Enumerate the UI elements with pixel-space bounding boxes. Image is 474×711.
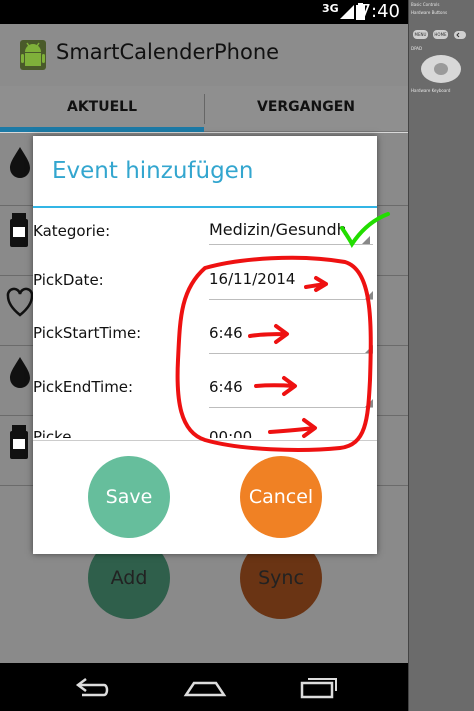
app-title: SmartCalenderPhone	[56, 40, 280, 64]
medicine-bottle-icon[interactable]	[6, 213, 34, 247]
clipped-row: Picke 00:00	[33, 428, 377, 438]
phone-screen: 3G 7:40 SmartCalenderPhone AKTUELL VERGA…	[0, 0, 408, 711]
dialog-title-divider	[33, 206, 377, 208]
spinner-arrow-icon	[362, 236, 370, 244]
emulator-dpad-center[interactable]	[434, 63, 448, 75]
back-icon[interactable]	[70, 671, 110, 701]
home-icon[interactable]	[182, 671, 228, 701]
android-app-icon	[20, 40, 46, 70]
emulator-label: DPAD	[411, 46, 423, 51]
medicine-bottle-icon[interactable]	[6, 425, 34, 459]
spinner-arrow-icon	[365, 345, 373, 353]
spinner-arrow-icon	[365, 399, 373, 407]
recent-apps-icon[interactable]	[298, 671, 340, 701]
emulator-label: Hardware Buttons	[411, 10, 448, 15]
field-underline	[209, 407, 373, 408]
navigation-bar	[0, 663, 408, 711]
pickstarttime-field[interactable]: 6:46	[209, 324, 243, 342]
field-underline	[209, 353, 373, 354]
network-indicator: 3G	[322, 2, 339, 15]
field-underline	[209, 299, 373, 300]
add-event-dialog: Event hinzufügen Kategorie: Medizin/Gesu…	[33, 136, 377, 554]
kategorie-spinner[interactable]: Medizin/Gesundheit	[209, 220, 345, 239]
signal-icon	[340, 5, 354, 19]
status-bar: 3G 7:40	[0, 0, 408, 24]
save-button[interactable]: Save	[88, 456, 170, 538]
pickstarttime-label: PickStartTime:	[33, 324, 142, 342]
emulator-home-key[interactable]: HOME	[433, 30, 448, 39]
cancel-button[interactable]: Cancel	[240, 456, 322, 538]
spinner-arrow-icon	[365, 291, 373, 299]
drop-icon[interactable]	[6, 355, 34, 389]
emulator-menu-key[interactable]: MENU	[413, 30, 428, 39]
emulator-back-key-icon[interactable]	[454, 31, 466, 39]
scroll-edge	[33, 440, 377, 441]
spinner-underline	[209, 244, 373, 245]
picke-field[interactable]: 00:00	[209, 428, 252, 438]
emulator-control-panel: Basic Controls Hardware Buttons MENU HOM…	[408, 0, 474, 711]
emulator-label: Hardware Keyboard	[411, 88, 451, 93]
dialog-title: Event hinzufügen	[52, 158, 254, 184]
pickendtime-field[interactable]: 6:46	[209, 378, 243, 396]
pickendtime-label: PickEndTime:	[33, 378, 134, 396]
action-bar: SmartCalenderPhone	[0, 24, 408, 86]
pickdate-label: PickDate:	[33, 271, 104, 289]
emulator-label: Basic Controls	[411, 2, 440, 7]
tab-vergangen[interactable]: VERGANGEN	[204, 86, 408, 132]
kategorie-label: Kategorie:	[33, 222, 111, 240]
tab-aktuell[interactable]: AKTUELL	[0, 86, 204, 132]
tab-indicator	[0, 127, 204, 132]
picke-label: Picke	[33, 428, 72, 438]
pickdate-field[interactable]: 16/11/2014	[209, 270, 295, 288]
heart-icon[interactable]	[6, 285, 34, 319]
drop-icon[interactable]	[6, 145, 34, 179]
status-clock: 7:40	[359, 1, 400, 22]
tab-bar: AKTUELL VERGANGEN	[0, 86, 408, 132]
